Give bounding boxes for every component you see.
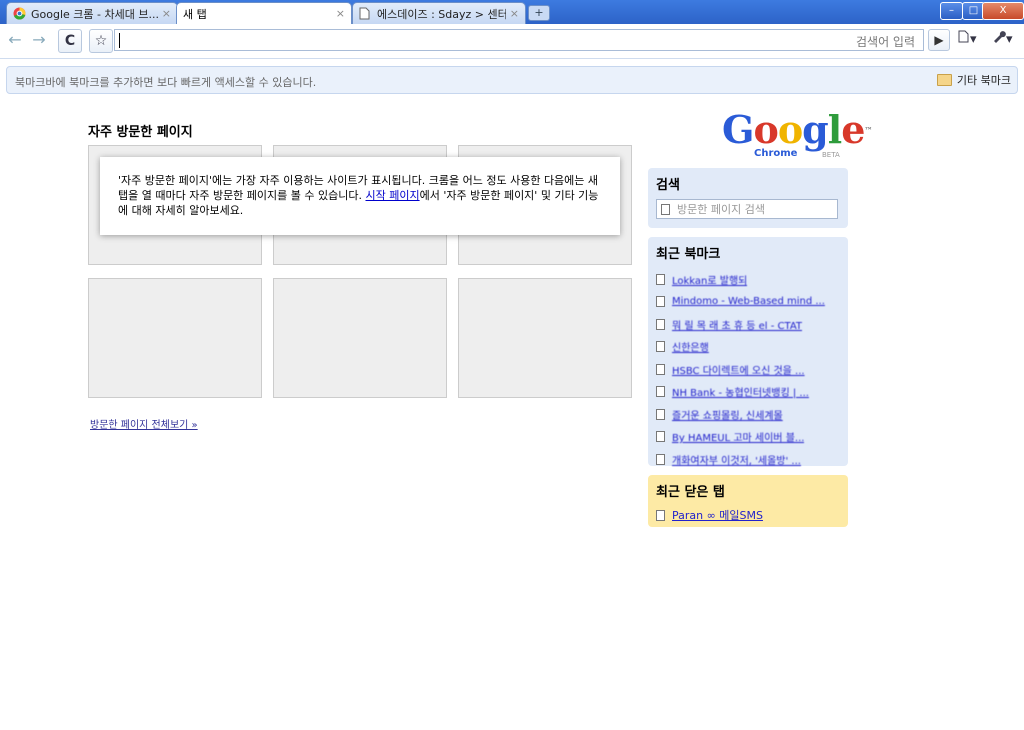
history-search-input[interactable]: 방문한 페이지 검색 (656, 199, 838, 219)
chrome-icon (13, 7, 26, 20)
other-bookmarks-button[interactable]: 기타 북마크 (936, 72, 1011, 88)
page-icon (656, 408, 665, 420)
tab-new-tab[interactable]: 새 탭 × (176, 2, 352, 24)
close-tab-icon[interactable]: × (510, 7, 519, 20)
list-item[interactable]: 신한은행 (656, 336, 840, 359)
folder-icon (936, 74, 952, 86)
tab-google-chrome[interactable]: Google 크롬 - 차세대 브... × (6, 2, 178, 24)
star-button[interactable]: ☆ (89, 29, 113, 53)
list-item[interactable]: 뭐 릴 목 래 초 휴 등 el - CTAT (656, 313, 840, 336)
forward-button[interactable]: → (28, 29, 50, 51)
list-item[interactable]: NH Bank - 농협인터넷뱅킹 | ... (656, 381, 840, 404)
toolbar: ← → C ☆ 검색어 입력 ▶ ▾ ▾ (0, 24, 1024, 59)
new-tab-button[interactable]: + (528, 5, 550, 21)
recently-closed-panel: 최근 닫은 탭 Paran ∞ 메일SMS (648, 475, 848, 527)
view-all-history-link[interactable]: 방문한 페이지 전체보기 » (90, 416, 198, 431)
list-item[interactable]: Lokkan로 발행되 (656, 268, 840, 291)
logo-letter: e (841, 107, 865, 152)
dropdown-arrow: ▾ (970, 32, 977, 47)
address-hint: 검색어 입력 (855, 35, 915, 49)
thumbnail-slot[interactable] (88, 278, 262, 398)
list-item[interactable]: Mindomo - Web-Based mind ... (656, 291, 840, 314)
bookmark-link[interactable]: HSBC 다이렉트에 오신 것을 ... (672, 362, 805, 377)
search-panel: 검색 방문한 페이지 검색 (648, 168, 848, 228)
reload-button[interactable]: C (58, 29, 82, 53)
search-placeholder: 방문한 페이지 검색 (677, 203, 765, 216)
page-icon (661, 203, 670, 215)
page-icon (656, 363, 665, 375)
thumbnail-slot[interactable] (273, 278, 447, 398)
google-chrome-logo: Google™ Chrome BETA (722, 107, 872, 162)
go-button[interactable]: ▶ (928, 29, 950, 51)
page-menu-button[interactable]: ▾ (958, 30, 977, 47)
recent-bookmarks-title: 최근 북마크 (656, 247, 721, 262)
page-icon (656, 386, 665, 398)
bookmark-bar: 북마크바에 북마크를 추가하면 보다 빠르게 액세스할 수 있습니다. 기타 북… (6, 66, 1018, 94)
list-item[interactable]: By HAMEUL 고마 세이버 블... (656, 426, 840, 449)
thumbnail-slot[interactable] (458, 278, 632, 398)
page-icon (359, 7, 372, 20)
logo-letter: o (753, 107, 778, 152)
wrench-icon (994, 31, 1006, 43)
bookmark-link[interactable]: NH Bank - 농협인터넷뱅킹 | ... (672, 384, 809, 399)
logo-beta: BETA (822, 151, 840, 159)
page-icon (656, 273, 665, 285)
back-button[interactable]: ← (4, 29, 26, 51)
address-bar[interactable]: 검색어 입력 (114, 29, 924, 51)
tab-label: 새 탭 (183, 7, 207, 21)
text-cursor (119, 33, 120, 48)
start-page-link[interactable]: 시작 페이지 (365, 189, 419, 202)
tools-menu-button[interactable]: ▾ (992, 30, 1013, 47)
bookmark-link[interactable]: 개화여자부 이것저, '세올방' ... (672, 452, 801, 467)
tab-label: Google 크롬 - 차세대 브... (31, 7, 158, 21)
close-tab-icon[interactable]: × (336, 7, 345, 20)
tab-strip: Google 크롬 - 차세대 브... × 새 탭 × 에스데이즈 : Sda… (0, 0, 1024, 24)
logo-letter: g (802, 107, 829, 152)
bookmark-link[interactable]: 즐거운 쇼핑몰링, 신세계몰 (672, 407, 783, 422)
page-icon (656, 509, 665, 521)
page-menu-icon (958, 30, 969, 43)
bookmark-link[interactable]: Mindomo - Web-Based mind ... (672, 296, 825, 307)
search-panel-title: 검색 (656, 178, 680, 193)
bookmark-link[interactable]: Lokkan로 발행되 (672, 272, 747, 287)
bookmark-link[interactable]: By HAMEUL 고마 세이버 블... (672, 429, 804, 444)
tab-sdayz[interactable]: 에스데이즈 : Sdayz > 센터 × (352, 2, 526, 24)
dropdown-arrow: ▾ (1006, 32, 1013, 47)
close-window-button[interactable]: X (982, 2, 1024, 20)
recently-closed-title: 최근 닫은 탭 (656, 485, 725, 500)
minimize-button[interactable]: – (940, 2, 963, 20)
list-item[interactable]: 개화여자부 이것저, '세올방' ... (656, 448, 840, 471)
closed-tab-link[interactable]: Paran ∞ 메일SMS (672, 507, 763, 523)
most-visited-title: 자주 방문한 페이지 (88, 125, 193, 140)
tab-label: 에스데이즈 : Sdayz > 센터 (377, 7, 506, 21)
page-icon (656, 341, 665, 353)
list-item[interactable]: 즐거운 쇼핑몰링, 신세계몰 (656, 403, 840, 426)
list-item[interactable]: Paran ∞ 메일SMS (656, 506, 840, 524)
trademark: ™ (864, 125, 872, 135)
page-icon (656, 431, 665, 443)
list-item[interactable]: HSBC 다이렉트에 오신 것을 ... (656, 358, 840, 381)
bookmark-bar-message: 북마크바에 북마크를 추가하면 보다 빠르게 액세스할 수 있습니다. (15, 76, 317, 89)
logo-letter: o (777, 107, 803, 152)
bookmark-link[interactable]: 신한은행 (672, 339, 709, 354)
most-visited-notice: '자주 방문한 페이지'에는 가장 자주 이용하는 사이트가 표시됩니다. 크롬… (100, 157, 620, 235)
page-icon (656, 296, 665, 308)
page-icon (656, 318, 665, 330)
close-tab-icon[interactable]: × (162, 7, 171, 20)
logo-letter: G (722, 107, 754, 152)
bookmark-link[interactable]: 뭐 릴 목 래 초 휴 등 el - CTAT (672, 317, 802, 332)
other-bookmarks-label: 기타 북마크 (956, 74, 1011, 87)
logo-product: Chrome (754, 148, 798, 159)
logo-letter: l (827, 107, 842, 152)
page-icon (656, 453, 665, 465)
recent-bookmarks-panel: 최근 북마크 Lokkan로 발행되 Mindomo - Web-Based m… (648, 237, 848, 467)
